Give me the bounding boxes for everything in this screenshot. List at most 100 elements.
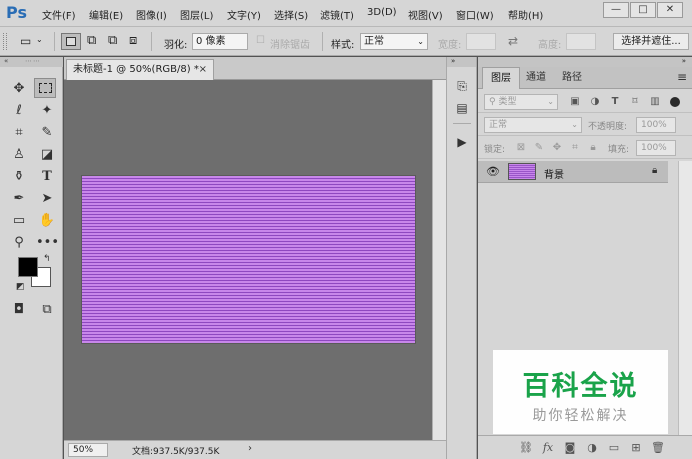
expand-icon[interactable]: » bbox=[451, 57, 455, 65]
menu-file[interactable]: 文件(F) bbox=[42, 7, 76, 22]
filter-type-icon[interactable]: T bbox=[608, 94, 622, 110]
lock-image-icon[interactable]: ✎ bbox=[532, 140, 546, 156]
swap-colors-icon[interactable]: ↰ bbox=[43, 254, 51, 264]
feather-input[interactable]: 0 像素 bbox=[192, 33, 248, 50]
new-adjustment-icon[interactable]: ◑ bbox=[584, 440, 600, 456]
quick-mask-icon[interactable]: ◘ bbox=[8, 300, 30, 320]
style-select[interactable]: 正常 ⌄ bbox=[360, 33, 428, 50]
status-menu-arrow-icon[interactable]: › bbox=[248, 443, 252, 454]
layer-filter-select[interactable]: ⚲ 类型 ⌄ bbox=[484, 94, 558, 110]
history-panel-icon[interactable]: ⎘ bbox=[453, 77, 471, 95]
filter-smart-object-icon[interactable]: ▥ bbox=[648, 94, 662, 110]
rectangle-tool-icon[interactable]: ▭ bbox=[8, 211, 30, 231]
restore-button[interactable]: □ bbox=[630, 2, 656, 18]
height-input[interactable] bbox=[566, 33, 596, 50]
menu-edit[interactable]: 编辑(E) bbox=[89, 7, 123, 22]
fx-icon[interactable]: fx bbox=[540, 440, 556, 456]
collapse-icon[interactable]: « bbox=[4, 57, 8, 65]
default-colors-icon[interactable]: ◩ bbox=[16, 282, 25, 292]
move-tool-icon[interactable]: ✥ bbox=[8, 79, 30, 99]
foreground-color-swatch[interactable] bbox=[18, 257, 38, 277]
delete-layer-icon[interactable]: 🗑︎ bbox=[650, 440, 666, 456]
menu-help[interactable]: 帮助(H) bbox=[508, 7, 543, 22]
rect-marquee-tool-icon[interactable] bbox=[34, 78, 56, 98]
blend-mode-select[interactable]: 正常 ⌄ bbox=[484, 117, 582, 133]
new-selection-button[interactable] bbox=[61, 33, 81, 50]
pen-tool-icon[interactable]: ✒ bbox=[8, 189, 30, 209]
document-canvas[interactable] bbox=[82, 176, 415, 343]
watermark-subtitle: 助你轻松解决 bbox=[532, 408, 629, 424]
stamp-tool-icon[interactable]: ♙ bbox=[8, 145, 30, 165]
properties-panel-icon[interactable]: ▤ bbox=[453, 99, 471, 117]
tab-paths[interactable]: 路径 bbox=[554, 67, 590, 89]
new-group-icon[interactable]: ▭ bbox=[606, 440, 622, 456]
rect-marquee-preset-icon[interactable]: ▭ bbox=[20, 34, 31, 48]
eraser-tool-icon[interactable]: ◪ bbox=[36, 145, 58, 165]
layers-panel-header[interactable]: » bbox=[478, 57, 692, 67]
document-tab-title: 未标题-1 @ 50%(RGB/8) * bbox=[73, 64, 199, 75]
magic-wand-tool-icon[interactable]: ✦ bbox=[36, 101, 58, 121]
opacity-label: 不透明度: bbox=[588, 122, 628, 132]
menu-3d[interactable]: 3D(D) bbox=[367, 7, 397, 18]
brush-eyedropper-tool-icon[interactable]: ✎ bbox=[36, 123, 58, 143]
layer-row[interactable]: 👁︎ 背景 🔒︎ bbox=[478, 161, 668, 183]
menu-type[interactable]: 文字(Y) bbox=[227, 7, 261, 22]
collapse-panel-icon[interactable]: » bbox=[682, 57, 686, 65]
filter-shape-icon[interactable]: ⌑ bbox=[628, 94, 642, 110]
subtract-selection-icon[interactable]: ⧉ bbox=[108, 33, 117, 48]
lock-transparent-icon[interactable]: ⊠ bbox=[514, 140, 528, 156]
minimize-button[interactable]: — bbox=[603, 2, 629, 18]
options-grip[interactable] bbox=[3, 33, 7, 50]
tab-channels[interactable]: 通道 bbox=[518, 67, 554, 89]
mini-strip-header[interactable]: » bbox=[447, 57, 476, 67]
document-tab[interactable]: 未标题-1 @ 50%(RGB/8) * × bbox=[66, 59, 214, 80]
type-tool-icon[interactable]: T bbox=[36, 167, 58, 187]
antialias-label: 消除锯齿 bbox=[270, 40, 310, 51]
add-mask-icon[interactable]: ◙ bbox=[562, 440, 578, 456]
width-input[interactable] bbox=[466, 33, 496, 50]
close-window-button[interactable]: ✕ bbox=[657, 2, 683, 18]
lasso-tool-icon[interactable]: ℓ bbox=[8, 101, 30, 121]
menu-layer[interactable]: 图层(L) bbox=[180, 7, 213, 22]
lock-artboard-icon[interactable]: ⌗ bbox=[568, 140, 582, 156]
feather-label: 羽化: bbox=[164, 40, 188, 51]
eye-icon[interactable]: 👁︎ bbox=[486, 165, 500, 178]
crop-tool-icon[interactable]: ⌗ bbox=[8, 123, 30, 143]
opacity-field[interactable]: 100% bbox=[636, 117, 676, 133]
menu-window[interactable]: 窗口(W) bbox=[456, 7, 494, 22]
paint-bucket-tool-icon[interactable]: ⚱ bbox=[8, 167, 30, 187]
status-bar: 50% 文档:937.5K/937.5K › bbox=[64, 440, 446, 459]
select-and-mask-button[interactable]: 选择并遮住... bbox=[613, 33, 689, 50]
panel-menu-icon[interactable]: ≡ bbox=[677, 70, 687, 84]
filter-adjustment-icon[interactable]: ◑ bbox=[588, 94, 602, 110]
lock-all-icon[interactable]: 🔒︎ bbox=[586, 140, 600, 156]
filter-toggle-icon[interactable] bbox=[670, 97, 680, 107]
vertical-scrollbar[interactable] bbox=[432, 80, 446, 440]
menu-filter[interactable]: 滤镜(T) bbox=[320, 7, 354, 22]
hand-tool-icon[interactable]: ✋ bbox=[36, 211, 58, 231]
close-tab-icon[interactable]: × bbox=[199, 60, 207, 79]
fill-field[interactable]: 100% bbox=[636, 140, 676, 156]
lock-position-icon[interactable]: ✥ bbox=[550, 140, 564, 156]
menu-view[interactable]: 视图(V) bbox=[408, 7, 443, 22]
path-select-tool-icon[interactable]: ➤ bbox=[36, 189, 58, 209]
preset-chevron-down-icon[interactable]: ⌄ bbox=[36, 35, 43, 44]
menu-select[interactable]: 选择(S) bbox=[274, 7, 308, 22]
intersect-selection-icon[interactable]: ⧈ bbox=[129, 33, 137, 48]
zoom-tool-icon[interactable]: ⚲ bbox=[8, 233, 30, 253]
link-layers-icon[interactable]: ⛓ bbox=[518, 440, 534, 456]
zoom-level-field[interactable]: 50% bbox=[68, 443, 108, 457]
new-layer-icon[interactable]: ⊞ bbox=[628, 440, 644, 456]
swap-dimensions-icon[interactable]: ⇄ bbox=[508, 34, 518, 48]
filter-pixel-icon[interactable]: ▣ bbox=[568, 94, 582, 110]
document-workspace[interactable] bbox=[64, 80, 432, 440]
screen-mode-icon[interactable]: ⧉ bbox=[36, 300, 58, 320]
more-tools-icon[interactable]: ••• bbox=[36, 233, 59, 253]
tab-layers[interactable]: 图层 bbox=[482, 67, 520, 89]
tools-panel-header[interactable]: « ⋯⋯ bbox=[0, 57, 63, 67]
antialias-checkbox[interactable]: ☐ bbox=[256, 35, 265, 46]
menu-image[interactable]: 图像(I) bbox=[136, 7, 167, 22]
layers-scrollbar[interactable] bbox=[678, 161, 692, 435]
add-selection-icon[interactable]: ⧉ bbox=[87, 33, 96, 48]
actions-play-icon[interactable]: ▶ bbox=[453, 133, 471, 151]
